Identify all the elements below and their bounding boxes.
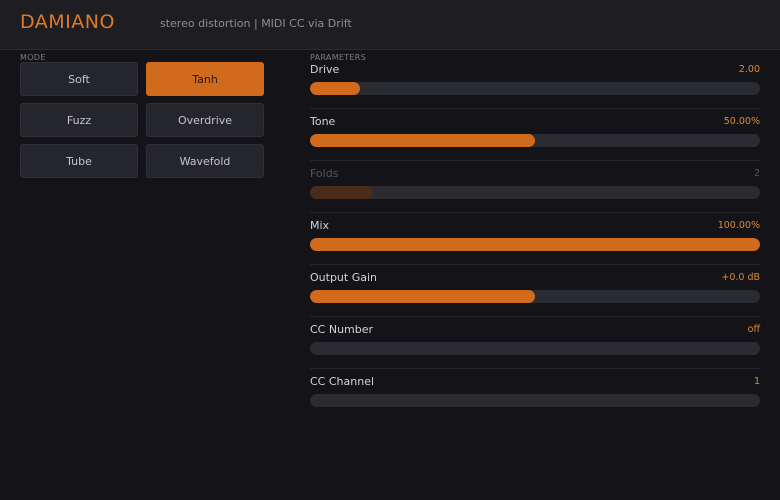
param-name: Mix: [310, 219, 330, 232]
param-value: 2: [753, 168, 760, 179]
param-slider-fill: [310, 134, 535, 147]
param-value: 50.00%: [723, 116, 760, 127]
divider: [310, 264, 760, 265]
mode-button-tanh[interactable]: Tanh: [146, 62, 264, 96]
param-slider-fill: [310, 186, 373, 199]
param-value: off: [747, 324, 760, 335]
param-slider-fill: [310, 82, 360, 95]
param-value: 2.00: [738, 64, 760, 75]
divider: [310, 316, 760, 317]
param-name: Output Gain: [310, 271, 377, 284]
param-slider[interactable]: [310, 134, 760, 147]
divider: [310, 368, 760, 369]
divider: [310, 108, 760, 109]
param-name: Tone: [310, 115, 336, 128]
mode-button-fuzz[interactable]: Fuzz: [20, 103, 138, 137]
plugin-subtitle: stereo distortion | MIDI CC via Drift: [160, 17, 352, 30]
plugin-title: DAMIANO: [20, 11, 115, 33]
param-slider-fill: [310, 290, 535, 303]
param-tone: Tone 50.00%: [310, 108, 760, 160]
param-cc-channel: CC Channel 1: [310, 368, 760, 420]
param-drive: Drive 2.00: [310, 56, 760, 108]
param-cc-number: CC Number off: [310, 316, 760, 368]
param-name: CC Number: [310, 323, 374, 336]
param-name: CC Channel: [310, 375, 375, 388]
param-value: 100.00%: [717, 220, 760, 231]
param-slider[interactable]: [310, 290, 760, 303]
param-name: Drive: [310, 63, 340, 76]
mode-button-overdrive[interactable]: Overdrive: [146, 103, 264, 137]
param-slider[interactable]: [310, 394, 760, 407]
param-slider[interactable]: [310, 82, 760, 95]
param-slider[interactable]: [310, 238, 760, 251]
param-mix: Mix 100.00%: [310, 212, 760, 264]
divider: [310, 212, 760, 213]
param-slider-fill: [310, 238, 760, 251]
mode-button-soft[interactable]: Soft: [20, 62, 138, 96]
param-slider[interactable]: [310, 186, 760, 199]
param-value: 1: [753, 376, 760, 387]
mode-section-label: MODE: [20, 53, 46, 62]
param-value: +0.0 dB: [721, 272, 760, 283]
param-slider[interactable]: [310, 342, 760, 355]
header-bar: DAMIANO stereo distortion | MIDI CC via …: [0, 0, 780, 50]
param-name: Folds: [310, 167, 339, 180]
divider: [310, 160, 760, 161]
param-output-gain: Output Gain +0.0 dB: [310, 264, 760, 316]
param-folds: Folds 2: [310, 160, 760, 212]
mode-button-tube[interactable]: Tube: [20, 144, 138, 178]
mode-button-wavefold[interactable]: Wavefold: [146, 144, 264, 178]
